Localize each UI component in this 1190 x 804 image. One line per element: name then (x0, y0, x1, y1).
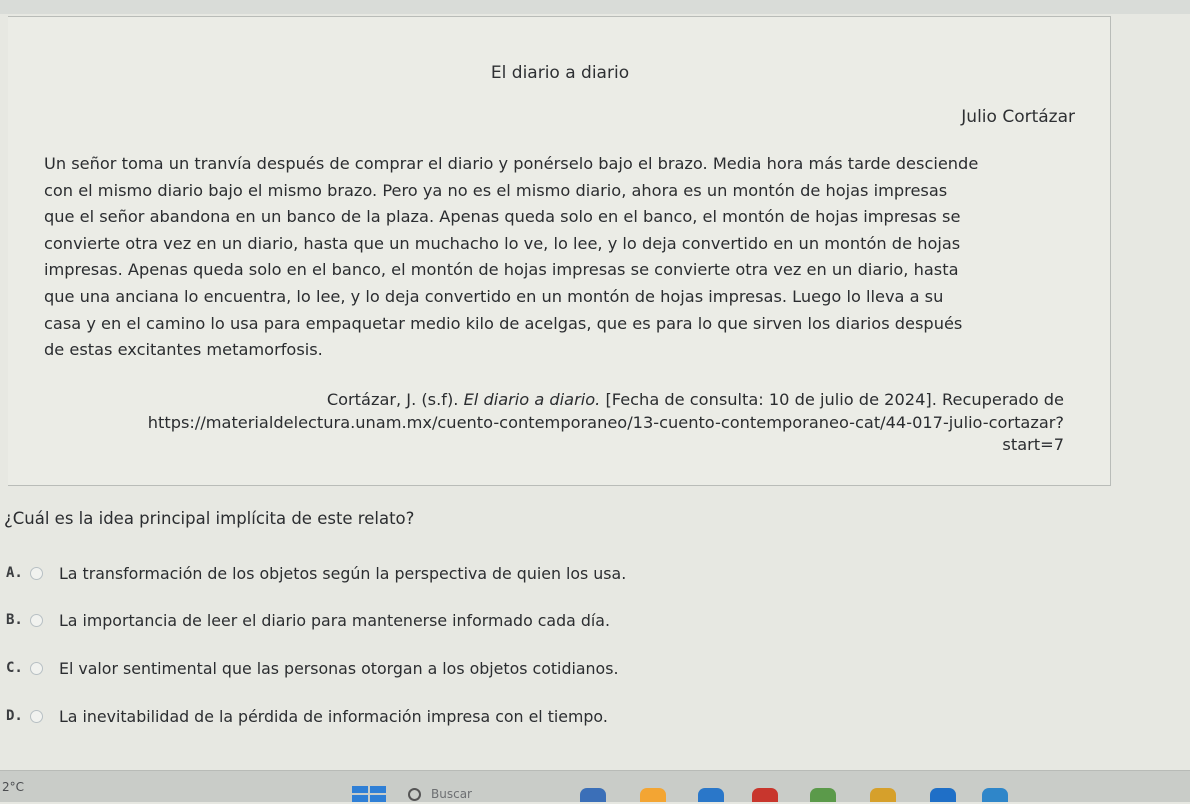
weather-widget[interactable]: 2°C (2, 780, 24, 794)
app-icon-4[interactable] (752, 788, 778, 802)
radio-button[interactable] (30, 661, 43, 675)
radio-button[interactable] (30, 709, 43, 723)
option-d[interactable]: D. La inevitabilidad de la pérdida de in… (6, 703, 766, 729)
story-line: impresas. Apenas queda solo en el banco,… (44, 260, 959, 280)
taskbar-search[interactable]: Buscar (396, 784, 566, 804)
app-icon-8[interactable] (982, 788, 1008, 802)
story-line: con el mismo diario bajo el mismo brazo.… (44, 180, 948, 200)
story-title: El diario a diario (490, 63, 630, 83)
option-letter: B. (6, 612, 23, 628)
story-line: que el señor abandona en un banco de la … (44, 207, 961, 227)
story-line: convierte otra vez en un diario, hasta q… (44, 233, 961, 253)
option-text: La transformación de los objetos según l… (59, 563, 627, 583)
app-icon-6[interactable] (870, 788, 896, 802)
citation: Cortázar, J. (s.f). El diario a diario. … (44, 389, 1064, 457)
option-letter: C. (6, 660, 23, 676)
radio-button[interactable] (30, 566, 43, 580)
app-icon-5[interactable] (810, 788, 836, 802)
search-icon (408, 787, 421, 801)
app-icon-3[interactable] (698, 788, 724, 802)
search-placeholder: Buscar (431, 787, 472, 801)
app-icon-2[interactable] (640, 788, 666, 802)
option-c[interactable]: C. El valor sentimental que las personas… (6, 655, 766, 681)
story-body: Un señor toma un tranvía después de comp… (44, 151, 1084, 364)
option-a[interactable]: A. La transformación de los objetos segú… (6, 560, 766, 586)
citation-url-tail: start=7 (1002, 435, 1064, 454)
windows-start-icon[interactable] (352, 786, 386, 802)
story-line: de estas excitantes metamorfosis. (44, 340, 323, 360)
radio-button[interactable] (30, 613, 43, 627)
story-author: Julio Cortázar (961, 107, 1075, 127)
browser-top-strip (0, 0, 1190, 14)
citation-prefix: Cortázar, J. (s.f). (326, 390, 464, 409)
option-text: La importancia de leer el diario para ma… (59, 610, 610, 630)
option-letter: D. (6, 708, 23, 724)
story-line: casa y en el camino lo usa para empaquet… (44, 313, 963, 333)
story-line: Un señor toma un tranvía después de comp… (44, 154, 979, 173)
option-letter: A. (6, 565, 23, 581)
citation-work-title: El diario a diario. (463, 390, 601, 409)
story-line: que una anciana lo encuentra, lo lee, y … (44, 286, 944, 306)
citation-line-1: Cortázar, J. (s.f). El diario a diario. … (44, 389, 1064, 412)
app-icon-1[interactable] (580, 788, 606, 802)
option-text: La inevitabilidad de la pérdida de infor… (59, 706, 608, 726)
question-text: ¿Cuál es la idea principal implícita de … (4, 509, 415, 528)
taskbar: 2°C Buscar (0, 770, 1190, 802)
citation-url: https://materialdelectura.unam.mx/cuento… (147, 412, 1064, 432)
option-b[interactable]: B. La importancia de leer el diario para… (6, 607, 766, 633)
option-text: El valor sentimental que las personas ot… (59, 658, 619, 678)
app-icon-7[interactable] (930, 788, 956, 802)
citation-suffix: [Fecha de consulta: 10 de julio de 2024]… (600, 390, 1064, 409)
